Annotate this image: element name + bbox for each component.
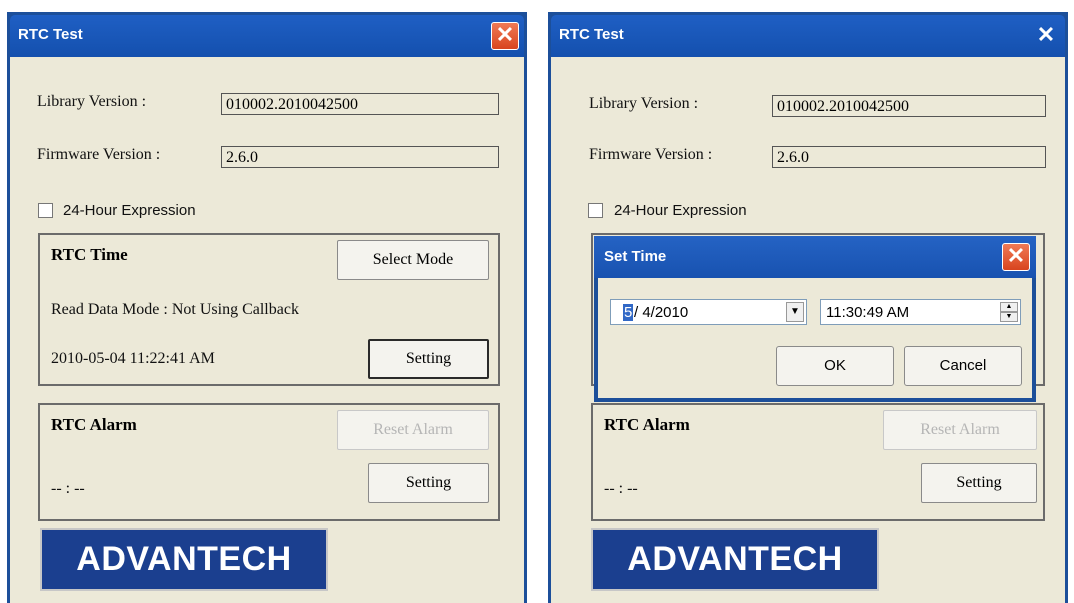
alarm-time-text: -- : -- — [51, 480, 85, 497]
rtc-alarm-group: RTC Alarm Reset Alarm -- : -- Setting — [591, 403, 1045, 521]
spin-up-icon[interactable]: ▲ — [1000, 302, 1018, 312]
close-icon[interactable]: ✕ — [491, 22, 519, 50]
time-picker[interactable]: 11:30:49 AM ▲ ▼ — [820, 299, 1021, 325]
date-rest-text: / 4/2010 — [634, 304, 689, 321]
rtc-time-title: RTC Time — [51, 245, 128, 264]
firmware-version-label: Firmware Version : — [37, 146, 161, 163]
close-icon[interactable]: ✕ — [1032, 22, 1060, 50]
library-version-label: Library Version : — [37, 93, 147, 110]
24-hour-checkbox[interactable] — [38, 203, 53, 218]
library-version-label: Library Version : — [589, 95, 699, 112]
dialog-title: Set Time — [604, 248, 667, 265]
rtc-time-setting-button[interactable]: Setting — [368, 339, 489, 379]
dialog-client: 5 / 4/2010 ▼ 11:30:49 AM ▲ ▼ OK Cancel — [598, 278, 1032, 398]
24-hour-label: 24-Hour Expression — [63, 202, 196, 219]
time-value: 11:30:49 AM — [826, 304, 910, 321]
advantech-logo: ADVANTECH — [40, 528, 328, 591]
set-time-dialog: Set Time ✕ 5 / 4/2010 ▼ 11:30:49 AM ▲ ▼ … — [594, 236, 1036, 402]
dialog-title-bar[interactable]: Set Time ✕ — [594, 236, 1036, 278]
ok-button[interactable]: OK — [776, 346, 894, 386]
library-version-field: 010002.2010042500 — [772, 95, 1046, 117]
alarm-time-text: -- : -- — [604, 480, 638, 497]
reset-alarm-button[interactable]: Reset Alarm — [337, 410, 489, 450]
rtc-alarm-setting-button[interactable]: Setting — [921, 463, 1037, 503]
24-hour-checkbox[interactable] — [588, 203, 603, 218]
24-hour-label: 24-Hour Expression — [614, 202, 747, 219]
date-picker[interactable]: 5 / 4/2010 ▼ — [610, 299, 807, 325]
select-mode-button[interactable]: Select Mode — [337, 240, 489, 280]
rtc-test-window-left: RTC Test ✕ Library Version : 010002.2010… — [7, 12, 527, 603]
cancel-button[interactable]: Cancel — [904, 346, 1022, 386]
window-title: RTC Test — [18, 26, 83, 43]
close-icon[interactable]: ✕ — [1002, 243, 1030, 271]
firmware-version-label: Firmware Version : — [589, 146, 713, 163]
chevron-down-icon[interactable]: ▼ — [786, 302, 804, 322]
rtc-alarm-title: RTC Alarm — [51, 415, 137, 434]
rtc-alarm-title: RTC Alarm — [604, 415, 690, 434]
library-version-field: 010002.2010042500 — [221, 93, 499, 115]
rtc-time-group: RTC Time Select Mode Read Data Mode : No… — [38, 233, 500, 386]
reset-alarm-button[interactable]: Reset Alarm — [883, 410, 1037, 450]
advantech-logo: ADVANTECH — [591, 528, 879, 591]
title-bar[interactable]: RTC Test ✕ — [551, 15, 1065, 57]
firmware-version-field: 2.6.0 — [772, 146, 1046, 168]
read-data-mode-text: Read Data Mode : Not Using Callback — [51, 301, 299, 318]
window-title: RTC Test — [559, 26, 624, 43]
spin-down-icon[interactable]: ▼ — [1000, 312, 1018, 322]
rtc-alarm-setting-button[interactable]: Setting — [368, 463, 489, 503]
rtc-datetime-text: 2010-05-04 11:22:41 AM — [51, 350, 215, 367]
firmware-version-field: 2.6.0 — [221, 146, 499, 168]
date-month-segment[interactable]: 5 — [623, 304, 634, 321]
title-bar[interactable]: RTC Test ✕ — [10, 15, 524, 57]
window-client: Library Version : 010002.2010042500 Firm… — [10, 57, 524, 603]
rtc-alarm-group: RTC Alarm Reset Alarm -- : -- Setting — [38, 403, 500, 521]
